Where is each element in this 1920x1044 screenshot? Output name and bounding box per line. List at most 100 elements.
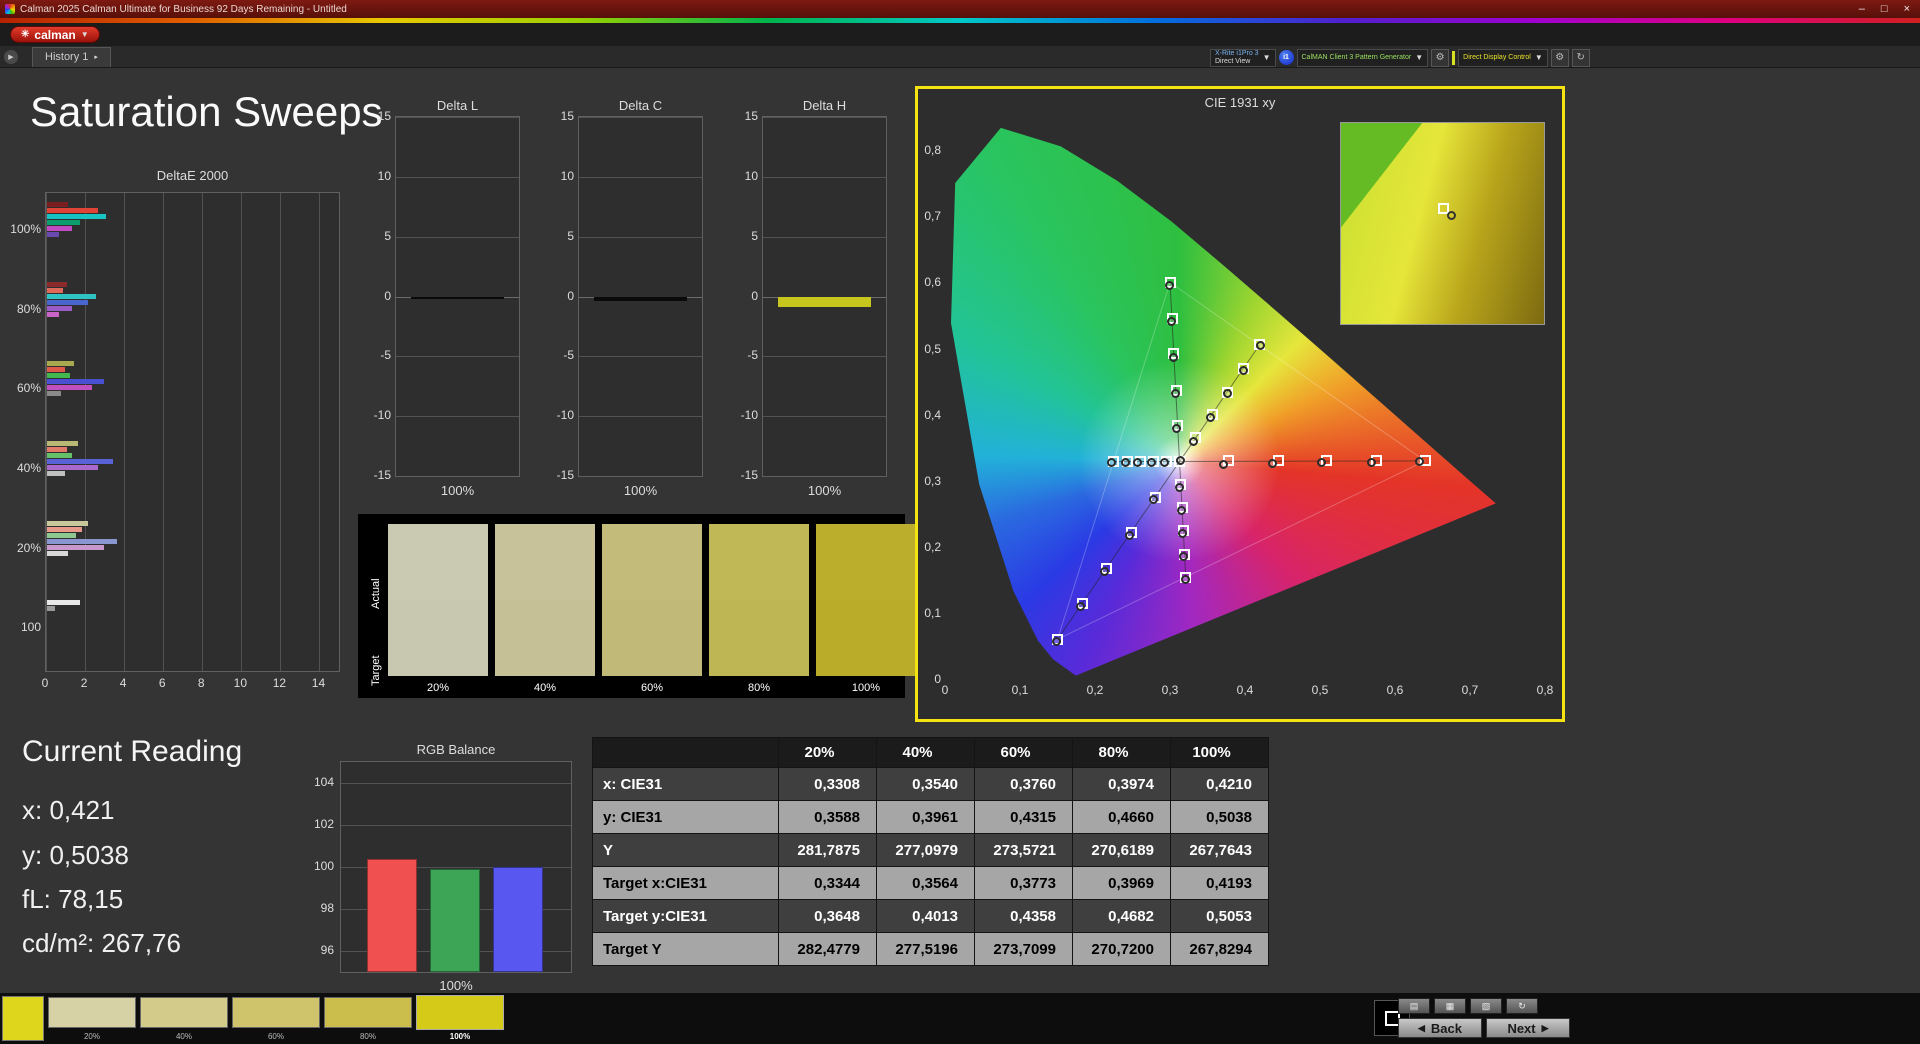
- axis-tick-label: 20%: [16, 540, 41, 555]
- deltae-bar: [47, 281, 67, 287]
- axis-tick-label: 100: [20, 620, 41, 635]
- back-button[interactable]: ◀ Back: [1398, 1018, 1482, 1038]
- axis-tick-label: 5: [751, 228, 758, 243]
- swatch-label: 100%: [851, 682, 881, 694]
- display-settings-button[interactable]: ⚙: [1550, 48, 1569, 67]
- delta-bar: [777, 296, 872, 308]
- maximize-button[interactable]: □: [1881, 3, 1888, 15]
- axis-tick-label: 0,8: [1536, 683, 1554, 697]
- layout-button[interactable]: ▦: [1434, 998, 1466, 1014]
- axis-tick-label: 12: [272, 676, 287, 690]
- axis-tick-label: 0,1: [924, 605, 941, 620]
- display-accent-bar: [1452, 50, 1456, 65]
- axis-tick-label: 0,6: [924, 275, 941, 290]
- next-button[interactable]: Next ▶: [1486, 1018, 1570, 1038]
- cell-value: 282,4779: [778, 932, 877, 966]
- cell-value: 277,5196: [876, 932, 975, 966]
- deltae-bar: [47, 385, 92, 391]
- footer-swatch-label: 20%: [83, 1032, 100, 1041]
- axis-tick-label: 10: [233, 676, 248, 690]
- swatch-label: 20%: [426, 682, 450, 694]
- deltae-bar: [47, 544, 104, 550]
- display-control-dropdown[interactable]: Direct Display Control ▼: [1458, 48, 1548, 67]
- minimize-button[interactable]: –: [1859, 3, 1865, 15]
- table-body: x: CIE31 0,3308 0,3540 0,3760 0,3974 0,4210 y:…: [592, 767, 1269, 966]
- chevron-down-icon: ▼: [1534, 53, 1543, 62]
- column-header: 100%: [1170, 737, 1269, 768]
- axis-tick-label: 8: [197, 676, 205, 690]
- axis-tick-label: 10: [744, 168, 758, 183]
- cell-value: 0,4193: [1170, 866, 1269, 900]
- pattern-generator-name: CalMAN Client 3 Pattern Generator: [1301, 54, 1412, 61]
- app-icon: [5, 4, 15, 14]
- page-title: Saturation Sweeps: [30, 88, 383, 135]
- target-color: [602, 600, 702, 676]
- chevron-down-icon: ▼: [80, 30, 89, 39]
- axis-tick-label: 0,3: [1161, 683, 1179, 697]
- history-collapse-button[interactable]: ▶: [4, 49, 18, 64]
- reset-button[interactable]: ↻: [1506, 998, 1538, 1014]
- deltae-bar: [47, 367, 65, 373]
- deltae2000-plot[interactable]: [45, 192, 340, 672]
- footer-swatch[interactable]: [232, 997, 320, 1028]
- table-header-row: 20% 40% 60% 80% 100%: [592, 737, 1269, 768]
- delta-h-plot[interactable]: [762, 116, 887, 477]
- rgb-plot[interactable]: [340, 761, 572, 973]
- refresh-button[interactable]: ↻: [1571, 48, 1590, 67]
- rgb-balance-chart[interactable]: RGB Balance 104 102 100 98 96 100%: [302, 742, 574, 994]
- footer-swatch[interactable]: [416, 995, 504, 1030]
- pattern-generator-settings-button[interactable]: ⚙: [1431, 48, 1450, 67]
- delta-c-plot[interactable]: [578, 116, 703, 477]
- deltae-bar: [47, 379, 104, 385]
- gridline: [763, 356, 886, 358]
- row-label: x: CIE31: [592, 767, 779, 801]
- footer-swatch[interactable]: [324, 997, 412, 1028]
- cell-value: 281,7875: [778, 833, 877, 867]
- axis-tick-label: 0,2: [1086, 683, 1104, 697]
- calman-menu-button[interactable]: ✳ calman ▼: [10, 26, 100, 43]
- row-label: Target Y: [592, 932, 779, 966]
- measured-circle-marker: [1176, 505, 1186, 515]
- chart-title: RGB Balance: [416, 742, 496, 757]
- gridline: [579, 356, 702, 358]
- tab-history-1[interactable]: History 1 ▸: [32, 46, 111, 67]
- footer-swatch[interactable]: [48, 997, 136, 1028]
- gridline: [579, 476, 702, 477]
- deltae-bar: [47, 453, 73, 458]
- screenshot-button[interactable]: ▤: [1398, 998, 1430, 1014]
- axis-tick-label: 0,5: [924, 341, 941, 356]
- cell-value: 270,7200: [1072, 932, 1171, 966]
- gridline: [124, 193, 126, 671]
- chart-title: Delta L: [436, 98, 479, 113]
- axis-tick-label: 104: [313, 775, 334, 789]
- deltae2000-chart[interactable]: DeltaE 2000 100% 80% 60% 40% 20% 100 0 2 4 6 8 10 1…: [3, 168, 343, 698]
- rgb-bar-green: [430, 869, 480, 972]
- footer-swatch[interactable]: [140, 997, 228, 1028]
- tab-label: History 1: [45, 50, 89, 63]
- actual-color: [495, 524, 595, 600]
- cell-value: 0,4358: [974, 899, 1073, 933]
- axis-tick-label: 4: [119, 676, 127, 690]
- back-label: Back: [1430, 1020, 1462, 1036]
- delta_l[interactable]: Delta L 15 10 5 0 -5 -10 -15 100%: [363, 98, 520, 500]
- gridline: [763, 236, 886, 238]
- column-header: 60%: [974, 737, 1073, 768]
- axis-category-label: 100%: [439, 978, 473, 993]
- delta_h[interactable]: Delta H 15 10 5 0 -5 -10 -15 100%: [730, 98, 887, 500]
- axis-tick-label: 10: [560, 168, 574, 183]
- meter-dropdown[interactable]: X-Rite i1Pro 3 Direct View ▼: [1210, 48, 1276, 67]
- axis-tick-label: 10: [377, 168, 391, 183]
- measured-circle-marker: [1159, 458, 1169, 468]
- delta-l-plot[interactable]: [395, 116, 520, 477]
- close-button[interactable]: ×: [1904, 3, 1910, 15]
- cie1931-chart[interactable]: CIE 1931 xy 0,8 0,7 0,6 0,5 0,4 0,3 0,2 0,1 0 0 0…: [915, 86, 1565, 722]
- report-button[interactable]: ▧: [1470, 998, 1502, 1014]
- arrow-left-icon: ◀: [1418, 1022, 1425, 1033]
- column-header: 40%: [876, 737, 975, 768]
- delta_c[interactable]: Delta C 15 10 5 0 -5 -10 -15 100%: [546, 98, 703, 500]
- column-header: 20%: [778, 737, 877, 768]
- pattern-generator-dropdown[interactable]: CalMAN Client 3 Pattern Generator ▼: [1296, 48, 1429, 67]
- saturation-swatch-panel[interactable]: Actual Target 20% 40% 60% 80% 100%: [358, 514, 916, 698]
- cell-value: 0,3760: [974, 767, 1073, 801]
- meter-status-icon[interactable]: i1: [1278, 50, 1294, 65]
